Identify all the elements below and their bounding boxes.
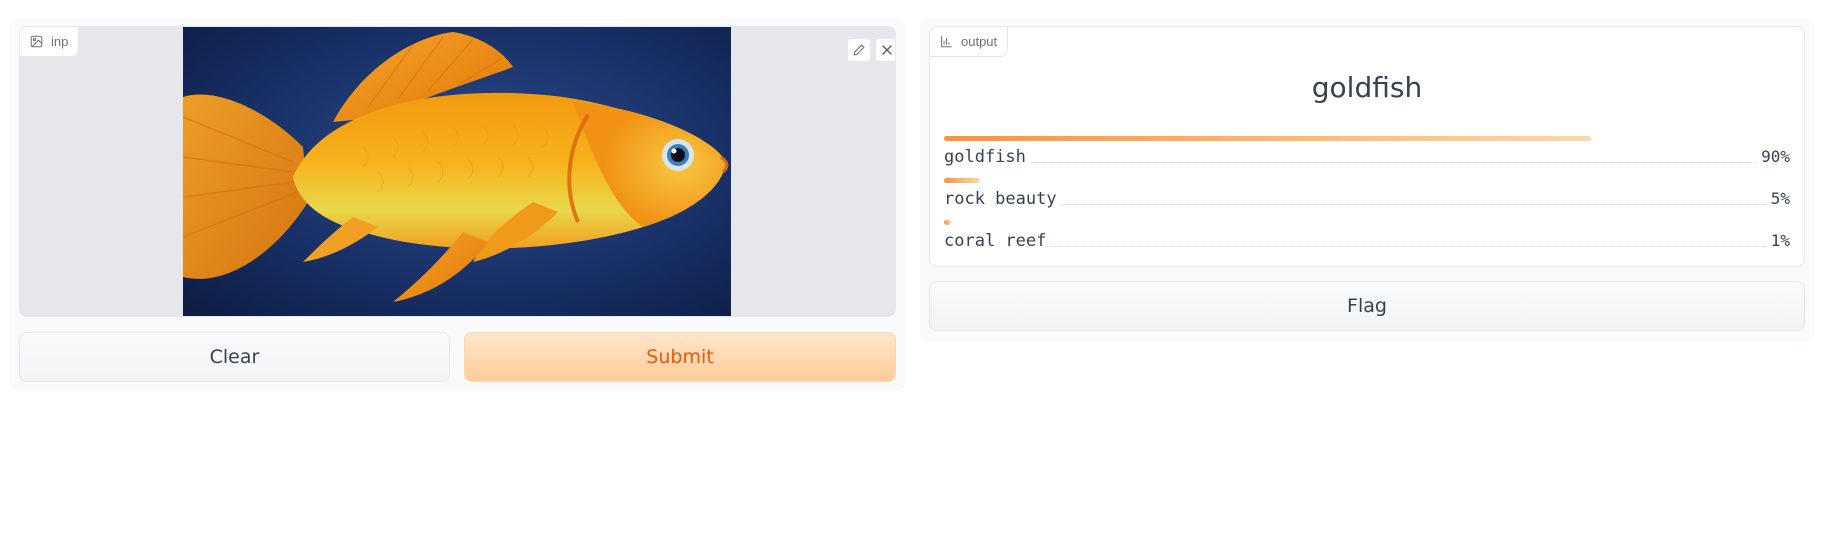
input-label-tag: inp — [20, 27, 80, 57]
confidence-bar — [944, 178, 980, 183]
input-panel: inp Clear Submit — [10, 19, 905, 391]
confidence-value: 90% — [1757, 147, 1790, 166]
output-label-tag: output — [930, 27, 1009, 57]
confidence-label: goldfish — [944, 147, 1030, 167]
input-label: inp — [51, 34, 69, 49]
confidence-bar — [944, 220, 952, 225]
confidence-row[interactable]: coral reef 1% — [944, 220, 1790, 260]
confidence-value: 1% — [1766, 231, 1790, 250]
dotted-leader — [944, 246, 1790, 247]
output-panel: output goldfish goldfish 90% rock beauty… — [920, 19, 1814, 341]
image-input[interactable]: inp — [19, 26, 896, 317]
clear-button[interactable]: Clear — [19, 332, 450, 382]
confidence-bar — [944, 136, 1592, 141]
flag-button[interactable]: Flag — [929, 281, 1805, 331]
label-output: output goldfish goldfish 90% rock beauty… — [929, 26, 1805, 267]
clear-image-button[interactable] — [875, 38, 895, 62]
close-icon — [882, 45, 892, 55]
output-label: output — [961, 34, 998, 49]
image-icon — [30, 35, 43, 48]
confidence-label: rock beauty — [944, 189, 1061, 209]
bar-chart-icon — [941, 36, 952, 48]
submit-button[interactable]: Submit — [464, 332, 896, 382]
confidence-row[interactable]: goldfish 90% — [944, 136, 1790, 176]
confidence-label: coral reef — [944, 231, 1051, 251]
pencil-icon — [853, 44, 865, 56]
dotted-leader — [944, 204, 1790, 205]
dotted-leader — [944, 162, 1790, 163]
goldfish-image — [183, 27, 731, 316]
predicted-label: goldfish — [1311, 71, 1423, 104]
confidence-value: 5% — [1766, 189, 1790, 208]
confidence-row[interactable]: rock beauty 5% — [944, 178, 1790, 218]
edit-button[interactable] — [847, 38, 871, 62]
